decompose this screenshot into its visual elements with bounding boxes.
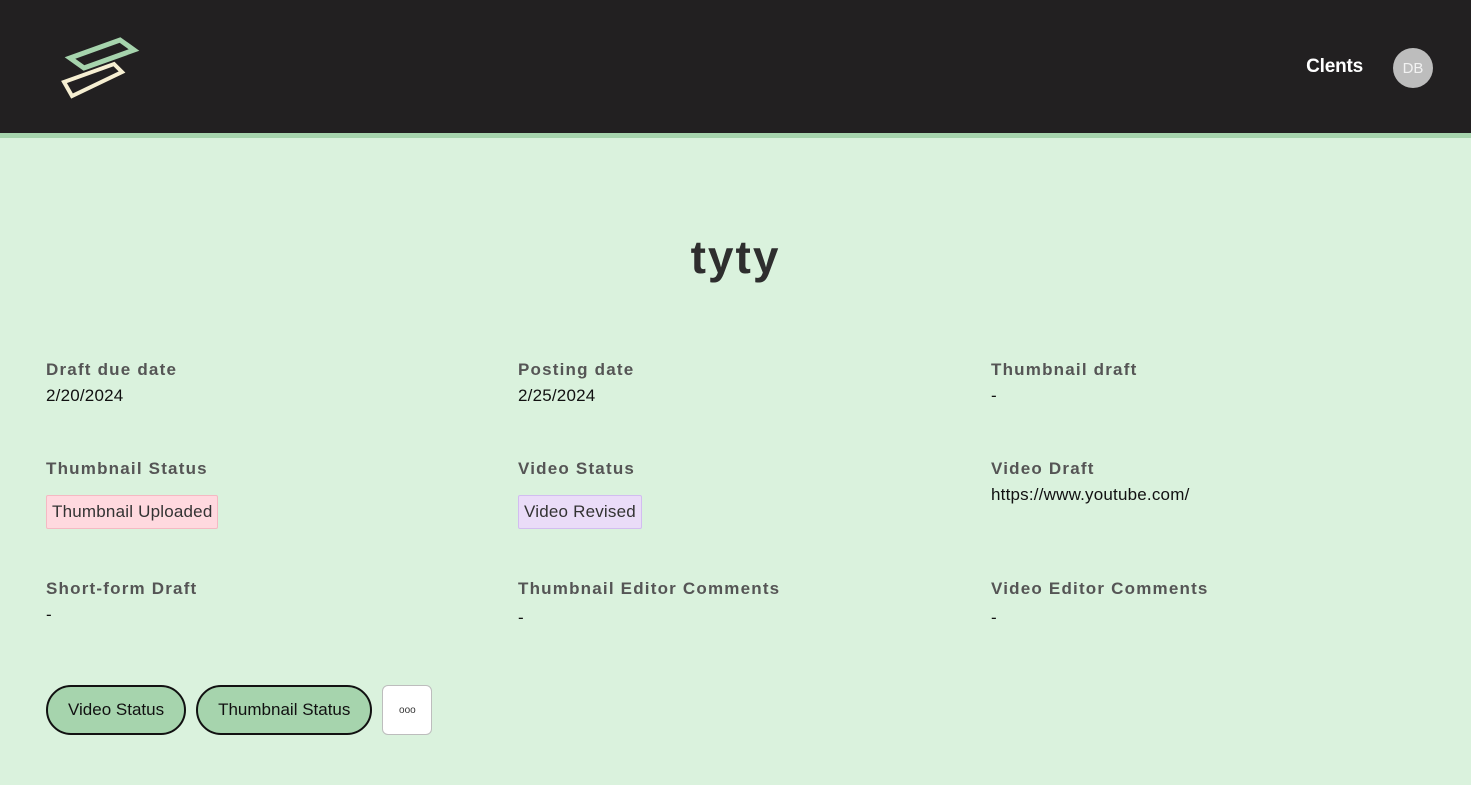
field-label: Video Status <box>518 459 636 478</box>
video-draft-link[interactable]: https://www.youtube.com/ <box>991 485 1431 505</box>
top-navbar: Clents DB <box>0 0 1471 138</box>
thumbnail-status-button[interactable]: Thumbnail Status <box>196 685 373 735</box>
field-label: Thumbnail draft <box>991 360 1138 379</box>
field-value: - <box>518 608 524 627</box>
field-label: Posting date <box>518 360 635 379</box>
page-title: tyty <box>690 231 781 283</box>
field-label: Draft due date <box>46 360 178 379</box>
more-icon: ooo <box>399 704 416 716</box>
field-value: - <box>991 608 997 627</box>
field-short-form-draft: Short-form Draft - <box>46 579 486 625</box>
field-value: - <box>46 605 52 624</box>
more-options-button[interactable]: ooo <box>382 685 433 735</box>
field-thumbnail-status: Thumbnail Status Thumbnail Uploaded <box>46 459 486 529</box>
field-video-editor-comments: Video Editor Comments - <box>991 579 1431 628</box>
avatar[interactable]: DB <box>1393 48 1433 88</box>
field-video-draft: Video Draft https://www.youtube.com/ <box>991 459 1431 505</box>
logo[interactable] <box>56 34 142 102</box>
video-status-button[interactable]: Video Status <box>46 685 187 735</box>
field-label: Video Draft <box>991 459 1095 478</box>
status-badge: Thumbnail Uploaded <box>46 495 219 529</box>
field-label: Thumbnail Status <box>46 459 208 478</box>
field-thumbnail-editor-comments: Thumbnail Editor Comments - <box>518 579 958 628</box>
action-buttons: Video Status Thumbnail Status ooo <box>46 685 433 735</box>
field-thumbnail-draft: Thumbnail draft - <box>991 360 1431 406</box>
field-label: Video Editor Comments <box>991 579 1209 598</box>
field-draft-due-date: Draft due date 2/20/2024 <box>46 360 486 406</box>
field-label: Thumbnail Editor Comments <box>518 579 781 598</box>
field-posting-date: Posting date 2/25/2024 <box>518 360 958 406</box>
field-label: Short-form Draft <box>46 579 198 598</box>
nav-link-clients[interactable]: Clents <box>1306 56 1363 78</box>
field-value: 2/25/2024 <box>518 386 596 405</box>
status-badge: Video Revised <box>518 495 642 529</box>
field-video-status: Video Status Video Revised <box>518 459 958 529</box>
field-value: 2/20/2024 <box>46 386 124 405</box>
field-value: - <box>991 386 997 405</box>
